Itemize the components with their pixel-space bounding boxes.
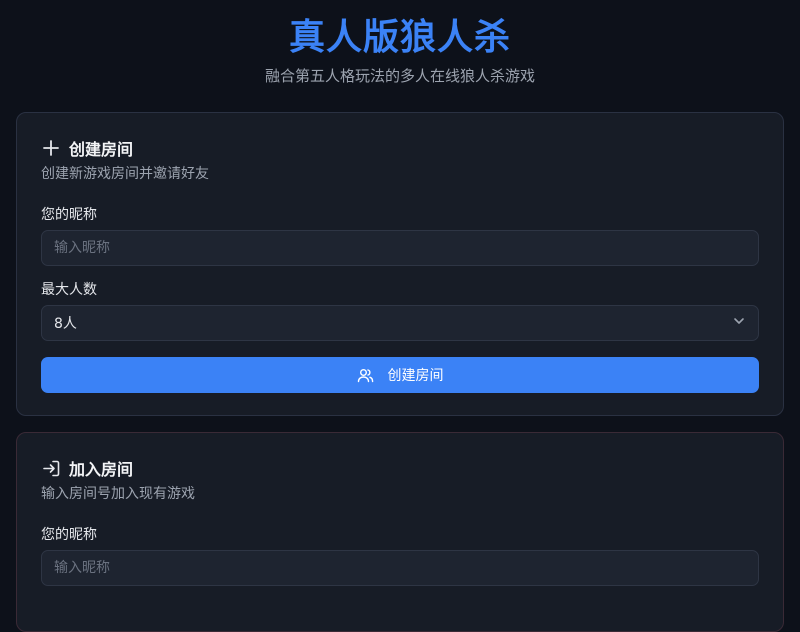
create-room-title: 创建房间	[69, 140, 134, 159]
create-room-card: 创建房间 创建新游戏房间并邀请好友 您的昵称 最大人数 8人 创建房间	[16, 112, 784, 416]
create-nickname-input[interactable]	[41, 230, 759, 266]
max-players-label: 最大人数	[41, 282, 97, 298]
page-header: 真人版狼人杀 融合第五人格玩法的多人在线狼人杀游戏	[0, 0, 800, 112]
create-room-header: 创建房间	[41, 136, 759, 160]
login-icon	[41, 458, 61, 478]
plus-icon	[41, 138, 61, 158]
join-room-card: 加入房间 输入房间号加入现有游戏 您的昵称	[16, 432, 784, 632]
users-icon	[357, 367, 374, 384]
create-room-description: 创建新游戏房间并邀请好友	[41, 166, 209, 182]
join-nickname-input[interactable]	[41, 550, 759, 586]
join-room-header: 加入房间	[41, 456, 759, 480]
create-room-button[interactable]: 创建房间	[41, 357, 759, 393]
create-room-button-label: 创建房间	[387, 367, 444, 383]
max-players-select[interactable]: 8人	[41, 305, 759, 341]
join-nickname-label: 您的昵称	[41, 527, 97, 543]
max-players-value: 8人	[54, 316, 77, 332]
page-subtitle: 融合第五人格玩法的多人在线狼人杀游戏	[264, 67, 535, 85]
join-room-description: 输入房间号加入现有游戏	[41, 486, 195, 502]
create-nickname-label: 您的昵称	[41, 207, 97, 223]
page-title: 真人版狼人杀	[288, 17, 511, 58]
join-room-title: 加入房间	[69, 460, 134, 479]
chevron-down-icon	[732, 314, 746, 332]
